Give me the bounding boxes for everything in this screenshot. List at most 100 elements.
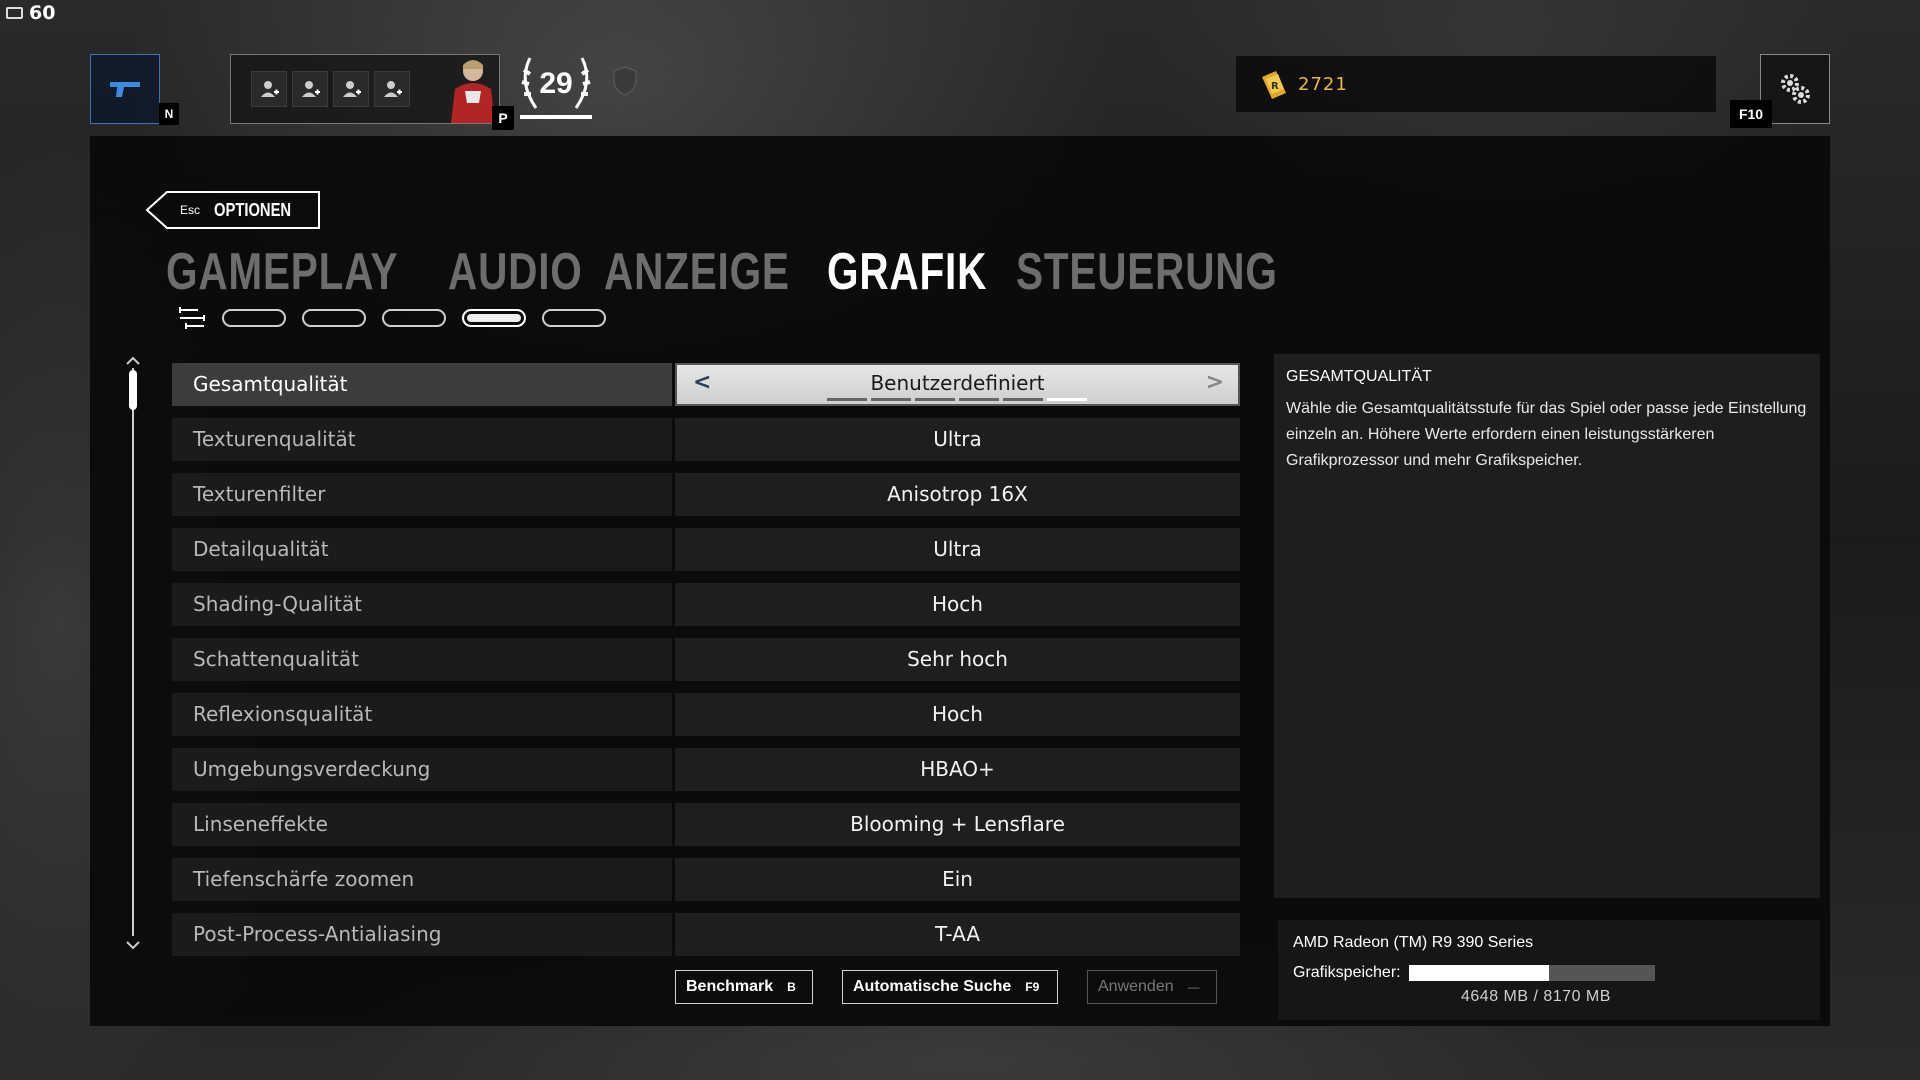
setting-label: Gesamtqualität (172, 363, 672, 406)
apply-button[interactable]: Anwenden — (1087, 970, 1217, 1004)
gpu-info-panel: AMD Radeon (TM) R9 390 Series Grafikspei… (1278, 920, 1820, 1020)
setting-row-post-aa[interactable]: Post-Process-Antialiasing T-AA (172, 913, 1240, 956)
description-panel: GESAMTQUALITÄT Wähle die Gesamtqualitäts… (1274, 354, 1820, 898)
setting-row-zoom-dof[interactable]: Tiefenschärfe zoomen Ein (172, 858, 1240, 901)
setting-label: Tiefenschärfe zoomen (172, 858, 672, 901)
subsection-nav (178, 306, 606, 330)
setting-value[interactable]: Hoch (675, 693, 1240, 736)
tab-audio[interactable]: AUDIO (448, 242, 583, 302)
subsection-pill[interactable] (222, 309, 286, 327)
auto-detect-key: F9 (1025, 980, 1040, 994)
scroll-up-icon[interactable] (125, 356, 141, 366)
tab-gameplay[interactable]: GAMEPLAY (166, 242, 398, 302)
setting-row-shadow-quality[interactable]: Schattenqualität Sehr hoch (172, 638, 1240, 681)
tab-grafik[interactable]: GRAFIK (827, 242, 987, 302)
tab-anzeige[interactable]: ANZEIGE (604, 242, 790, 302)
setting-value[interactable]: Ultra (675, 528, 1240, 571)
subsection-pill-active[interactable] (462, 309, 526, 327)
squad-key-badge: P (492, 106, 514, 130)
setting-row-lens-effects[interactable]: Linseneffekte Blooming + Lensflare (172, 803, 1240, 846)
fps-counter: 60 (6, 2, 55, 24)
loadout-key-badge: N (159, 103, 179, 125)
setting-label: Linseneffekte (172, 803, 672, 846)
quality-step-segment (871, 398, 911, 401)
description-text: Wähle die Gesamtqualitätsstufe für das S… (1286, 400, 1807, 469)
memory-bar (1408, 965, 1655, 981)
subsection-pill[interactable] (382, 309, 446, 327)
apply-label: Anwenden (1098, 978, 1174, 995)
settings-key-badge: F10 (1730, 100, 1772, 128)
setting-label: Detailqualität (172, 528, 672, 571)
add-player-icon[interactable] (374, 71, 410, 107)
add-player-icon[interactable] (251, 71, 287, 107)
benchmark-button[interactable]: Benchmark B (675, 970, 813, 1004)
loadout-button[interactable]: N (90, 54, 179, 125)
benchmark-key: B (787, 980, 796, 994)
chevron-left-icon[interactable]: < (693, 365, 711, 401)
quality-steps (827, 398, 1087, 401)
tab-steuerung[interactable]: STEUERUNG (1016, 242, 1278, 302)
setting-row-overall-quality[interactable]: Gesamtqualität < Benutzerdefiniert > (172, 363, 1240, 406)
benchmark-label: Benchmark (686, 978, 774, 995)
setting-label: Post-Process-Antialiasing (172, 913, 672, 956)
setting-value[interactable]: Hoch (675, 583, 1240, 626)
setting-row-texture-quality[interactable]: Texturenqualität Ultra (172, 418, 1240, 461)
setting-value[interactable]: Blooming + Lensflare (675, 803, 1240, 846)
setting-value[interactable]: Anisotrop 16X (675, 473, 1240, 516)
gpu-name: AMD Radeon (TM) R9 390 Series (1293, 934, 1534, 951)
scrollbar-thumb[interactable] (129, 370, 137, 410)
auto-detect-button[interactable]: Automatische Suche F9 (842, 970, 1058, 1004)
description-title: GESAMTQUALITÄT (1286, 368, 1432, 385)
setting-value[interactable]: Ein (675, 858, 1240, 901)
setting-value[interactable]: Ultra (675, 418, 1240, 461)
gear-icon (1781, 74, 1810, 104)
memory-row: Grafikspeicher: (1293, 964, 1805, 982)
setting-value: Benutzerdefiniert (870, 371, 1045, 395)
svg-text:R: R (1271, 81, 1280, 92)
scroll-down-icon[interactable] (125, 940, 141, 950)
add-player-icon[interactable] (333, 71, 369, 107)
setting-value-selector[interactable]: < Benutzerdefiniert > (675, 363, 1240, 406)
apply-key: — (1187, 980, 1200, 994)
setting-label: Shading-Qualität (172, 583, 672, 626)
quality-step-segment (915, 398, 955, 401)
filter-icon[interactable] (178, 306, 206, 330)
setting-value[interactable]: Sehr hoch (675, 638, 1240, 681)
level-value: 29 (539, 67, 573, 100)
setting-label: Schattenqualität (172, 638, 672, 681)
quality-step-segment (827, 398, 867, 401)
chevron-right-icon[interactable]: > (1206, 365, 1224, 401)
back-label: OPTIONEN (214, 199, 292, 220)
setting-row-texture-filter[interactable]: Texturenfilter Anisotrop 16X (172, 473, 1240, 516)
memory-bar-fill (1408, 965, 1549, 981)
quality-step-segment (1047, 398, 1087, 401)
options-tabs: GAMEPLAY AUDIO ANZEIGE GRAFIK STEUERUNG (166, 242, 1311, 302)
setting-value[interactable]: T-AA (675, 913, 1240, 956)
subsection-pill[interactable] (542, 309, 606, 327)
back-key: Esc (180, 203, 201, 217)
back-button[interactable]: Esc OPTIONEN (145, 191, 321, 229)
setting-row-shading-quality[interactable]: Shading-Qualität Hoch (172, 583, 1240, 626)
subsection-pill[interactable] (302, 309, 366, 327)
setting-row-detail-quality[interactable]: Detailqualität Ultra (172, 528, 1240, 571)
renown-icon: R (1262, 71, 1286, 99)
avatar[interactable] (437, 55, 499, 123)
monitor-icon (6, 7, 23, 19)
add-player-icon[interactable] (292, 71, 328, 107)
currency-display[interactable]: R 2721 (1236, 56, 1716, 112)
memory-text: 4648 MB / 8170 MB (1461, 988, 1611, 1005)
auto-detect-label: Automatische Suche (853, 978, 1012, 995)
shield-icon (613, 66, 637, 96)
setting-label: Umgebungsverdeckung (172, 748, 672, 791)
setting-row-ambient-occlusion[interactable]: Umgebungsverdeckung HBAO+ (172, 748, 1240, 791)
setting-label: Texturenfilter (172, 473, 672, 516)
fps-value: 60 (29, 2, 56, 24)
setting-label: Reflexionsqualität (172, 693, 672, 736)
currency-value: 2721 (1298, 73, 1348, 95)
setting-value[interactable]: HBAO+ (675, 748, 1240, 791)
back-arrow-icon (145, 191, 167, 229)
quality-step-segment (1003, 398, 1043, 401)
level-progress-bar (520, 115, 592, 119)
scrollbar-track[interactable] (132, 368, 134, 936)
setting-row-reflection-quality[interactable]: Reflexionsqualität Hoch (172, 693, 1240, 736)
